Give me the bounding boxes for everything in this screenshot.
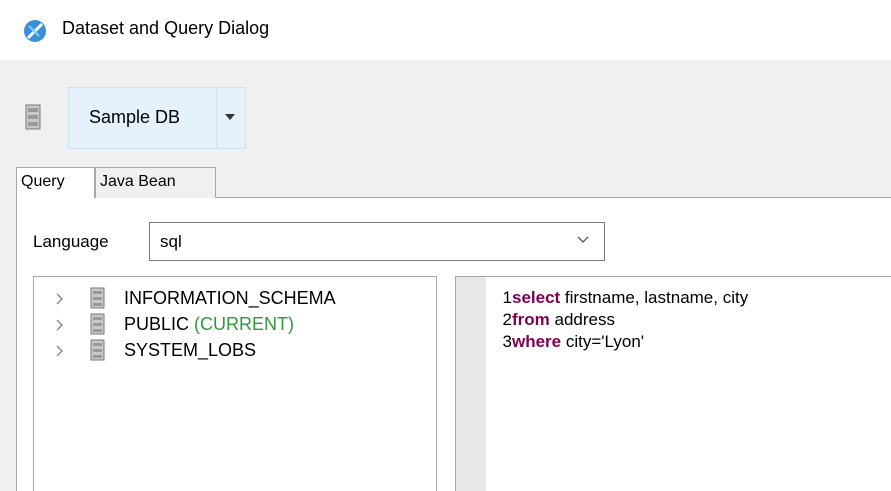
datasource-selector[interactable]: Sample DB: [68, 87, 246, 149]
code-line[interactable]: 2from address: [500, 310, 615, 332]
tree-item-information-schema[interactable]: INFORMATION_SCHEMA: [34, 286, 434, 312]
sql-keyword: select: [512, 288, 561, 307]
code-text: address: [549, 310, 615, 329]
query-editor[interactable]: 1select firstname, lastname, city 2from …: [455, 276, 891, 491]
database-icon: [25, 104, 41, 130]
tab-java-bean[interactable]: Java Bean: [95, 167, 216, 198]
line-number: 2: [502, 310, 512, 329]
tree-item-label: SYSTEM_LOBS: [124, 340, 257, 360]
tree-item-system-lobs[interactable]: SYSTEM_LOBS: [34, 338, 434, 364]
sql-keyword: from: [512, 310, 550, 329]
dialog-icon: [24, 20, 46, 42]
dialog-body: Sample DB Query Java Bean Language sql I…: [0, 60, 891, 491]
line-number: 3: [502, 332, 512, 351]
window-title: Dataset and Query Dialog: [62, 18, 270, 38]
database-icon: [90, 287, 105, 309]
code-text: firstname, lastname, city: [560, 288, 749, 307]
query-tab-content: Language sql INFORMATION_SCHEMA PUBLIC (…: [16, 198, 891, 491]
database-icon: [90, 339, 105, 361]
line-number: 1: [502, 288, 512, 307]
code-text: city='Lyon': [561, 332, 645, 351]
tab-query[interactable]: Query: [16, 167, 95, 199]
schema-tree: INFORMATION_SCHEMA PUBLIC (CURRENT) SYST…: [33, 276, 437, 491]
tree-item-public[interactable]: PUBLIC (CURRENT): [34, 312, 434, 338]
chevron-right-icon[interactable]: [54, 344, 66, 358]
code-line[interactable]: 3where city='Lyon': [500, 332, 644, 354]
dropdown-arrow-icon[interactable]: [225, 114, 235, 120]
datasource-divider: [216, 88, 217, 148]
language-label: Language: [33, 232, 109, 251]
chevron-right-icon[interactable]: [54, 318, 66, 332]
schema-name: PUBLIC: [124, 314, 190, 334]
current-schema-badge: (CURRENT): [194, 314, 295, 334]
datasource-label: Sample DB: [89, 107, 181, 127]
editor-ruler: [456, 277, 486, 491]
code-line[interactable]: 1select firstname, lastname, city: [500, 288, 749, 310]
sql-keyword: where: [512, 332, 562, 351]
language-select[interactable]: sql: [149, 222, 605, 261]
language-value: sql: [160, 232, 182, 251]
chevron-right-icon[interactable]: [54, 292, 66, 306]
title-bar: Dataset and Query Dialog: [0, 0, 891, 60]
chevron-down-icon: [577, 236, 589, 243]
tree-item-label: PUBLIC (CURRENT): [124, 314, 294, 335]
tree-item-label: INFORMATION_SCHEMA: [124, 288, 336, 308]
database-icon: [90, 313, 105, 335]
